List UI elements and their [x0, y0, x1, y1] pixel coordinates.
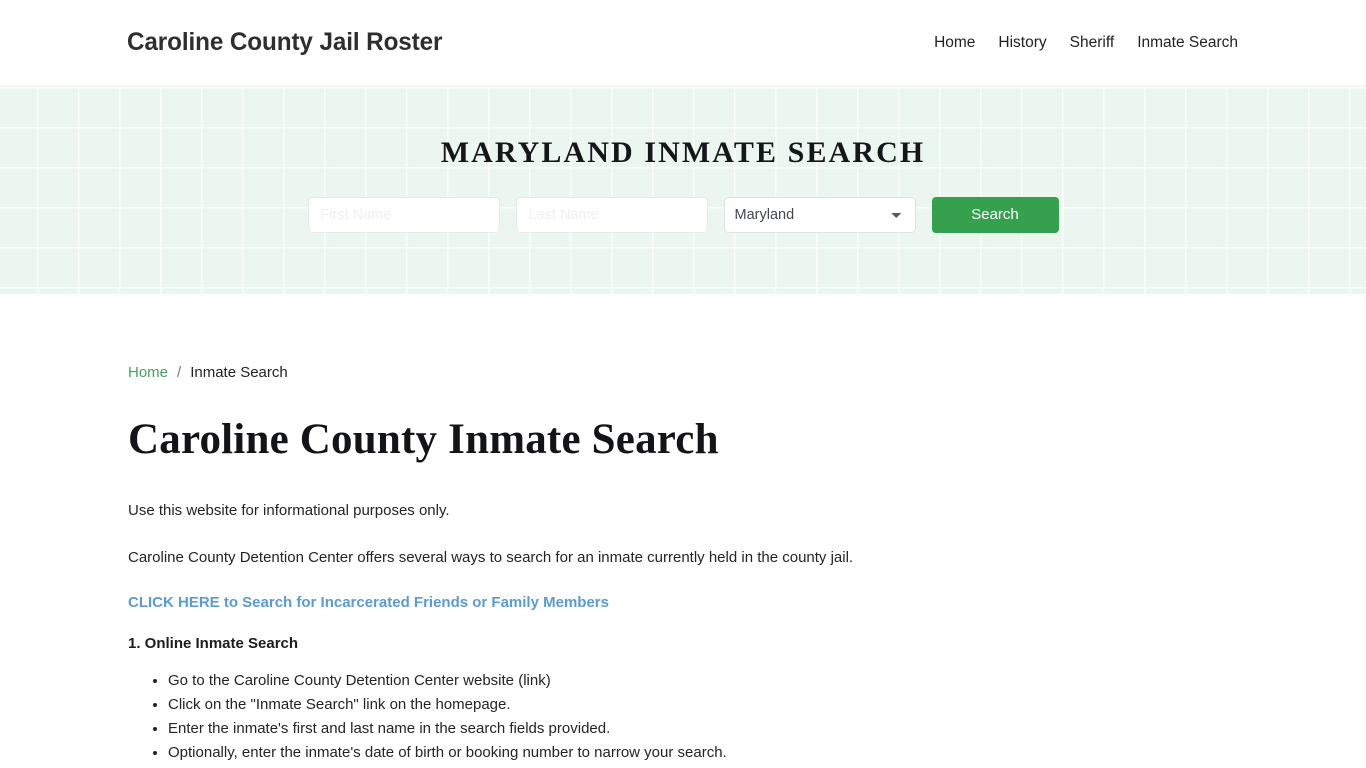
hero-title: MARYLAND INMATE SEARCH	[440, 136, 926, 169]
list-item: Optionally, enter the inmate's date of b…	[168, 741, 1238, 765]
nav-item-inmate-search[interactable]: Inmate Search	[1137, 34, 1238, 52]
inmate-search-form: Maryland Search	[307, 197, 1059, 233]
site-header: Caroline County Jail Roster Home History…	[0, 0, 1366, 86]
breadcrumb: Home / Inmate Search	[128, 364, 1238, 381]
main-content: Home / Inmate Search Caroline County Inm…	[0, 294, 1366, 768]
cta-search-link[interactable]: CLICK HERE to Search for Incarcerated Fr…	[128, 594, 609, 611]
hero-search-banner: MARYLAND INMATE SEARCH Maryland Search	[0, 86, 1366, 294]
site-logo-title[interactable]: Caroline County Jail Roster	[127, 28, 442, 57]
section-heading-online-search: 1. Online Inmate Search	[128, 635, 299, 653]
first-name-input[interactable]	[307, 197, 500, 233]
list-item: Enter the inmate's first and last name i…	[168, 717, 1238, 741]
online-search-steps-list: Go to the Caroline County Detention Cent…	[128, 669, 1238, 768]
intro-paragraph-1: Use this website for informational purpo…	[128, 502, 450, 520]
intro-paragraph-2: Caroline County Detention Center offers …	[128, 548, 854, 566]
nav-item-history[interactable]: History	[998, 34, 1046, 52]
list-item: Go to the Caroline County Detention Cent…	[168, 669, 1238, 693]
breadcrumb-separator: /	[177, 364, 182, 381]
page-title: Caroline County Inmate Search	[128, 416, 719, 463]
nav-item-home[interactable]: Home	[934, 34, 975, 52]
breadcrumb-current: Inmate Search	[190, 364, 288, 381]
state-select[interactable]: Maryland	[723, 197, 916, 233]
list-item: Click on the "Inmate Search" link on the…	[168, 693, 1238, 717]
last-name-input[interactable]	[515, 197, 708, 233]
nav-item-sheriff[interactable]: Sheriff	[1070, 34, 1115, 52]
search-button[interactable]: Search	[931, 197, 1059, 233]
breadcrumb-link-home[interactable]: Home	[128, 364, 168, 381]
main-navigation: Home History Sheriff Inmate Search	[934, 34, 1238, 52]
